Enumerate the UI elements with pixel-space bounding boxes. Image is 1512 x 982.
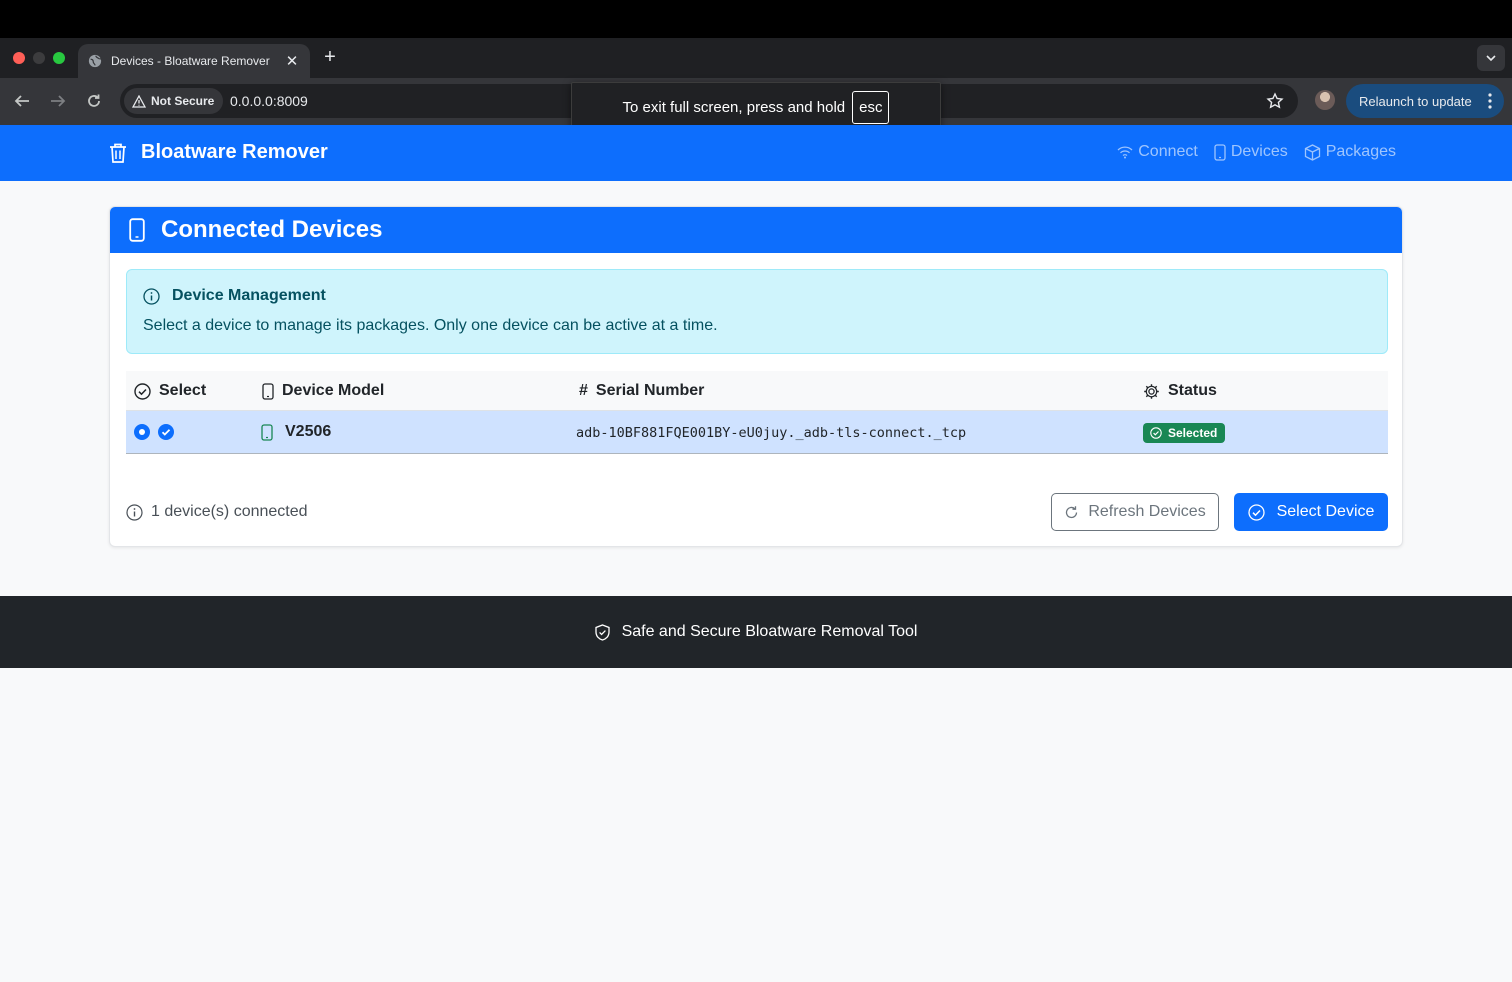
check-circle-icon bbox=[1247, 503, 1265, 521]
select-device-label: Select Device bbox=[1276, 503, 1375, 520]
device-count-text: 1 device(s) connected bbox=[151, 503, 308, 520]
connected-devices-card: Connected Devices Device Management Sele… bbox=[109, 206, 1403, 547]
alert-title: Device Management bbox=[143, 287, 326, 305]
tab-title: Devices - Bloatware Remover bbox=[111, 54, 270, 68]
phone-icon bbox=[262, 382, 274, 400]
nav-link-packages[interactable]: Packages bbox=[1304, 143, 1396, 161]
selected-check-icon bbox=[158, 424, 174, 440]
refresh-devices-label: Refresh Devices bbox=[1088, 503, 1206, 520]
device-model-text: V2506 bbox=[285, 423, 332, 440]
table-header: Select Device Model # Serial Number Stat… bbox=[126, 371, 1388, 411]
esc-key-label: esc bbox=[852, 91, 890, 124]
footer-text: Safe and Secure Bloatware Removal Tool bbox=[621, 623, 918, 640]
refresh-devices-button[interactable]: Refresh Devices bbox=[1051, 493, 1219, 531]
minimize-window-button[interactable] bbox=[33, 52, 45, 64]
column-label: Select bbox=[159, 382, 207, 399]
globe-icon bbox=[88, 54, 102, 68]
security-label: Not Secure bbox=[151, 94, 215, 108]
devices-table: Select Device Model # Serial Number Stat… bbox=[126, 371, 1388, 454]
nav-links: Connect Devices Packages bbox=[1101, 143, 1396, 161]
status-badge-text: Selected bbox=[1168, 426, 1218, 440]
column-status: Status bbox=[1143, 382, 1217, 400]
new-tab-button[interactable]: + bbox=[321, 46, 339, 69]
browser-tabstrip: Devices - Bloatware Remover ✕ + bbox=[0, 38, 1512, 78]
device-radio[interactable] bbox=[134, 424, 150, 440]
column-label: Device Model bbox=[282, 382, 385, 399]
gear-icon bbox=[1144, 383, 1159, 399]
bookmark-star-icon[interactable] bbox=[1266, 92, 1284, 110]
nav-link-connect[interactable]: Connect bbox=[1117, 143, 1198, 161]
warning-icon bbox=[132, 94, 146, 108]
brand-link[interactable]: Bloatware Remover bbox=[108, 141, 328, 164]
phone-icon bbox=[129, 218, 145, 242]
column-device-model: Device Model bbox=[262, 382, 384, 400]
column-select: Select bbox=[134, 382, 206, 400]
reload-icon[interactable] bbox=[85, 92, 103, 110]
column-label: Serial Number bbox=[595, 382, 705, 399]
forward-arrow-icon[interactable] bbox=[49, 92, 67, 110]
relaunch-label: Relaunch to update bbox=[1359, 93, 1472, 109]
brand-name: Bloatware Remover bbox=[141, 141, 328, 163]
alert-title-text: Device Management bbox=[172, 287, 326, 304]
device-model: V2506 bbox=[261, 423, 331, 441]
fullscreen-notice-text: To exit full screen, press and hold bbox=[622, 99, 846, 116]
more-vertical-icon bbox=[1488, 93, 1492, 109]
profile-avatar[interactable] bbox=[1315, 90, 1335, 110]
close-tab-icon[interactable]: ✕ bbox=[284, 52, 300, 70]
column-label: Status bbox=[1168, 382, 1217, 399]
chevron-down-icon bbox=[1486, 55, 1496, 62]
status-badge: Selected bbox=[1143, 423, 1226, 443]
nav-link-label: Connect bbox=[1138, 143, 1198, 160]
wifi-icon bbox=[1117, 146, 1133, 159]
select-device-button[interactable]: Select Device bbox=[1234, 493, 1388, 531]
url-text: 0.0.0.0:8009 bbox=[230, 93, 308, 109]
info-circle-icon bbox=[143, 287, 160, 305]
security-chip[interactable]: Not Secure bbox=[124, 88, 224, 114]
app-navbar: Bloatware Remover Connect Devices Packag… bbox=[0, 125, 1512, 181]
nav-link-label: Packages bbox=[1325, 143, 1396, 160]
hash-icon: # bbox=[579, 382, 588, 399]
phone-icon bbox=[261, 423, 273, 441]
trash-icon bbox=[110, 143, 126, 163]
device-count: 1 device(s) connected bbox=[126, 503, 308, 521]
card-header: Connected Devices bbox=[110, 207, 1402, 253]
refresh-icon bbox=[1066, 505, 1078, 518]
fullscreen-window-button[interactable] bbox=[53, 52, 65, 64]
serial-number: adb-10BF881FQE001BY-eU0juy._adb-tls-conn… bbox=[576, 425, 967, 441]
box-icon bbox=[1304, 143, 1320, 161]
check-circle-icon bbox=[134, 382, 151, 400]
nav-link-label: Devices bbox=[1230, 143, 1288, 160]
info-circle-icon bbox=[126, 503, 143, 521]
info-alert: Device Management Select a device to man… bbox=[126, 269, 1388, 354]
check-circle-icon bbox=[1150, 427, 1162, 439]
shield-check-icon bbox=[594, 623, 610, 641]
column-serial-number: # Serial Number bbox=[579, 382, 704, 400]
phone-icon bbox=[1214, 143, 1226, 161]
close-window-button[interactable] bbox=[13, 52, 25, 64]
relaunch-button[interactable]: Relaunch to update bbox=[1346, 84, 1504, 118]
top-black-bar bbox=[0, 0, 1512, 38]
nav-link-devices[interactable]: Devices bbox=[1214, 143, 1288, 161]
table-row[interactable]: V2506 adb-10BF881FQE001BY-eU0juy._adb-tl… bbox=[126, 411, 1388, 454]
tab-search-button[interactable] bbox=[1477, 45, 1505, 71]
alert-text: Select a device to manage its packages. … bbox=[143, 317, 718, 334]
browser-tab[interactable]: Devices - Bloatware Remover ✕ bbox=[78, 44, 310, 78]
card-title: Connected Devices bbox=[161, 216, 383, 243]
back-arrow-icon[interactable] bbox=[13, 92, 31, 110]
site-footer: Safe and Secure Bloatware Removal Tool bbox=[0, 596, 1512, 668]
